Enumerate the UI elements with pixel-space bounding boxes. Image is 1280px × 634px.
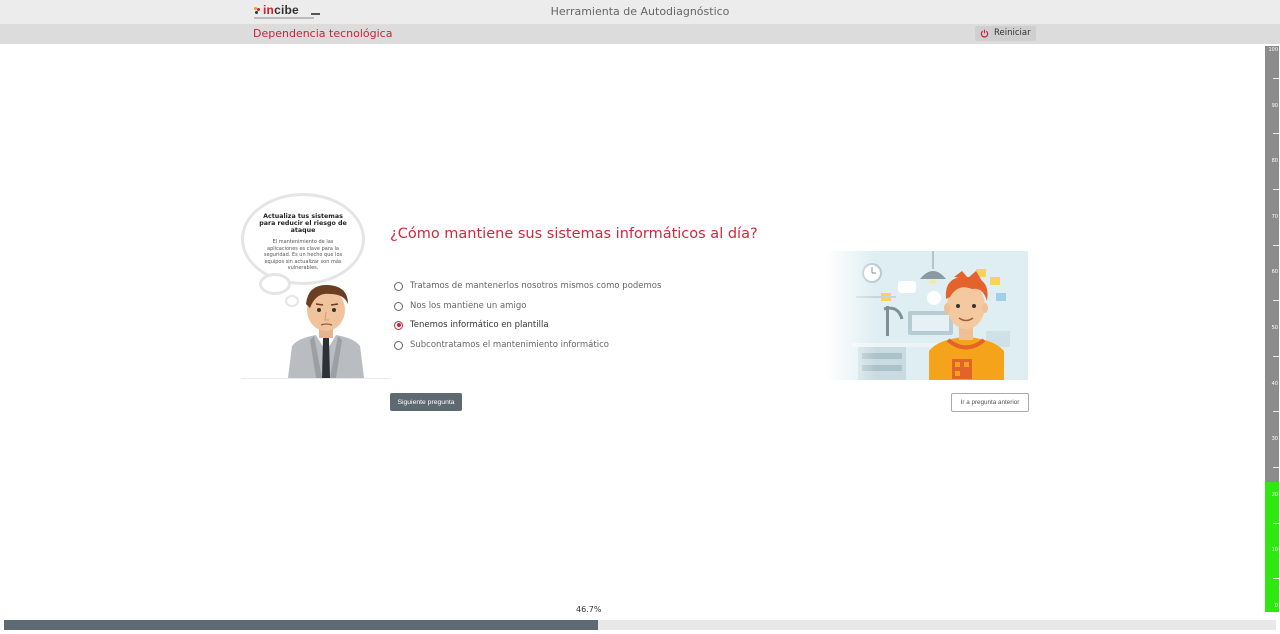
radio-button[interactable] bbox=[394, 301, 403, 311]
gauge-tick bbox=[1273, 522, 1279, 524]
radio-button[interactable] bbox=[394, 340, 403, 350]
gauge-tick bbox=[1273, 578, 1279, 580]
gauge-tick bbox=[1273, 411, 1279, 413]
power-icon bbox=[980, 29, 989, 38]
option-1[interactable]: Tratamos de mantenerlos nosotros mismos … bbox=[394, 281, 661, 291]
option-4[interactable]: Subcontratamos el mantenimiento informát… bbox=[394, 340, 609, 350]
tip-body: El mantenimiento de las aplicaciones es … bbox=[263, 239, 343, 271]
top-bar: incibe Herramienta de Autodiagnóstico bbox=[0, 0, 1280, 24]
option-2[interactable]: Nos los mantiene un amigo bbox=[394, 301, 526, 311]
progress-bar bbox=[4, 620, 1276, 630]
app-title: Herramienta de Autodiagnóstico bbox=[550, 5, 730, 18]
option-label: Subcontratamos el mantenimiento informát… bbox=[410, 340, 609, 350]
next-question-button[interactable]: Siguiente pregunta bbox=[390, 393, 462, 411]
section-title: Dependencia tecnológica bbox=[253, 27, 393, 40]
gauge-label: 70 bbox=[1271, 213, 1278, 220]
office-illustration bbox=[826, 251, 1028, 380]
radio-button[interactable] bbox=[394, 281, 403, 291]
businessman-illustration bbox=[288, 284, 364, 378]
question-title: ¿Cómo mantiene sus sistemas informáticos… bbox=[390, 226, 758, 242]
option-label: Tratamos de mantenerlos nosotros mismos … bbox=[410, 281, 662, 291]
gauge-label: 100 bbox=[1268, 47, 1278, 53]
gauge-tick bbox=[1273, 189, 1279, 190]
gauge-label: 30 bbox=[1271, 436, 1278, 443]
gauge-tick bbox=[1273, 355, 1279, 357]
section-bar: Dependencia tecnológica Reiniciar bbox=[0, 24, 1280, 44]
gauge-label: 0 bbox=[1274, 603, 1278, 609]
gauge-tick bbox=[1273, 300, 1279, 302]
gauge-label: 20 bbox=[1271, 491, 1278, 498]
progress-percentage: 46.7% bbox=[576, 605, 602, 614]
gauge-label: 40 bbox=[1271, 380, 1278, 387]
tip-bubble: Actualiza tus sistemas para reducir el r… bbox=[241, 193, 365, 307]
gauge-label: 90 bbox=[1271, 102, 1278, 109]
restart-label: Reiniciar bbox=[994, 28, 1031, 38]
gauge-tick bbox=[1273, 467, 1279, 468]
gauge-label: 10 bbox=[1271, 547, 1278, 554]
gauge-label: 80 bbox=[1271, 158, 1278, 165]
radio-button-selected[interactable] bbox=[394, 320, 403, 330]
score-gauge: 100 90 80 70 60 50 40 30 20 10 0 bbox=[1265, 46, 1279, 612]
gauge-tick bbox=[1273, 77, 1279, 79]
option-label: Tenemos informático en plantilla bbox=[410, 320, 549, 330]
gauge-label: 50 bbox=[1271, 325, 1278, 331]
option-label: Nos los mantiene un amigo bbox=[410, 301, 527, 311]
progress-bar-fill bbox=[4, 620, 599, 630]
option-3[interactable]: Tenemos informático en plantilla bbox=[394, 320, 549, 330]
tip-title: Actualiza tus sistemas para reducir el r… bbox=[259, 213, 347, 234]
gauge-label: 60 bbox=[1271, 269, 1278, 276]
restart-button[interactable]: Reiniciar bbox=[975, 26, 1036, 41]
previous-question-button[interactable]: Ir a pregunta anterior bbox=[951, 393, 1029, 412]
gauge-tick bbox=[1273, 244, 1279, 246]
gauge-tick bbox=[1273, 133, 1279, 135]
